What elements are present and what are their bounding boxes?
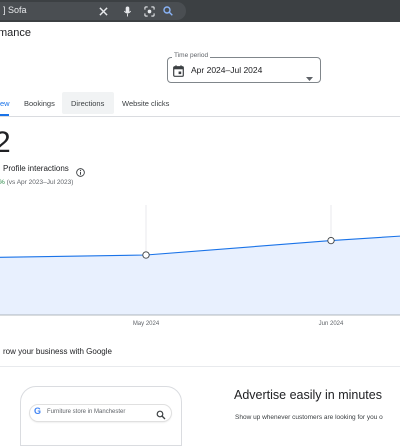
- data-point-2: [327, 236, 335, 245]
- metric-comparison-period: (vs Apr 2023–Jul 2023): [6, 179, 74, 186]
- advertise-title: Advertise easily in minutes: [234, 388, 382, 402]
- phone-search-query: Furniture store in Manchester: [47, 409, 126, 415]
- search-query-text[interactable]: ] Sofa: [3, 5, 27, 15]
- phone-search-icon: [156, 407, 166, 420]
- x-tick-label: Jun 2024: [319, 321, 344, 327]
- advertise-body: Show up whenever customers are looking f…: [235, 414, 383, 421]
- interactions-chart: May 2024 Jun 2024: [0, 205, 400, 327]
- microphone-icon[interactable]: [120, 4, 134, 18]
- info-icon[interactable]: [76, 164, 85, 177]
- tab-overview[interactable]: ew: [0, 99, 10, 108]
- metric-change-percent: %: [0, 179, 5, 186]
- metric-change: % (vs Apr 2023–Jul 2023): [0, 179, 73, 186]
- calendar-icon: [173, 64, 185, 77]
- tabs-divider: [0, 116, 400, 117]
- metric-value: 2: [0, 126, 11, 159]
- google-logo: G: [34, 406, 42, 416]
- lens-camera-icon[interactable]: [142, 4, 156, 18]
- page-title: mance: [0, 27, 32, 39]
- section-divider: [0, 366, 400, 367]
- chart-area-fill: [0, 236, 400, 315]
- tab-directions[interactable]: Directions: [71, 99, 104, 108]
- time-period-value: Apr 2024–Jul 2024: [191, 65, 263, 75]
- grow-section-title: row your business with Google: [3, 347, 112, 356]
- tab-website-clicks[interactable]: Website clicks: [122, 99, 169, 108]
- metric-label: Profile interactions: [3, 164, 69, 173]
- search-box[interactable]: [0, 2, 186, 20]
- x-tick-label: May 2024: [133, 321, 160, 327]
- time-period-label: Time period: [172, 52, 211, 59]
- tab-bookings[interactable]: Bookings: [24, 99, 55, 108]
- clear-icon[interactable]: [96, 4, 110, 18]
- data-point-1: [142, 251, 150, 259]
- dropdown-arrow-icon: [306, 68, 313, 81]
- search-icon[interactable]: [161, 4, 175, 18]
